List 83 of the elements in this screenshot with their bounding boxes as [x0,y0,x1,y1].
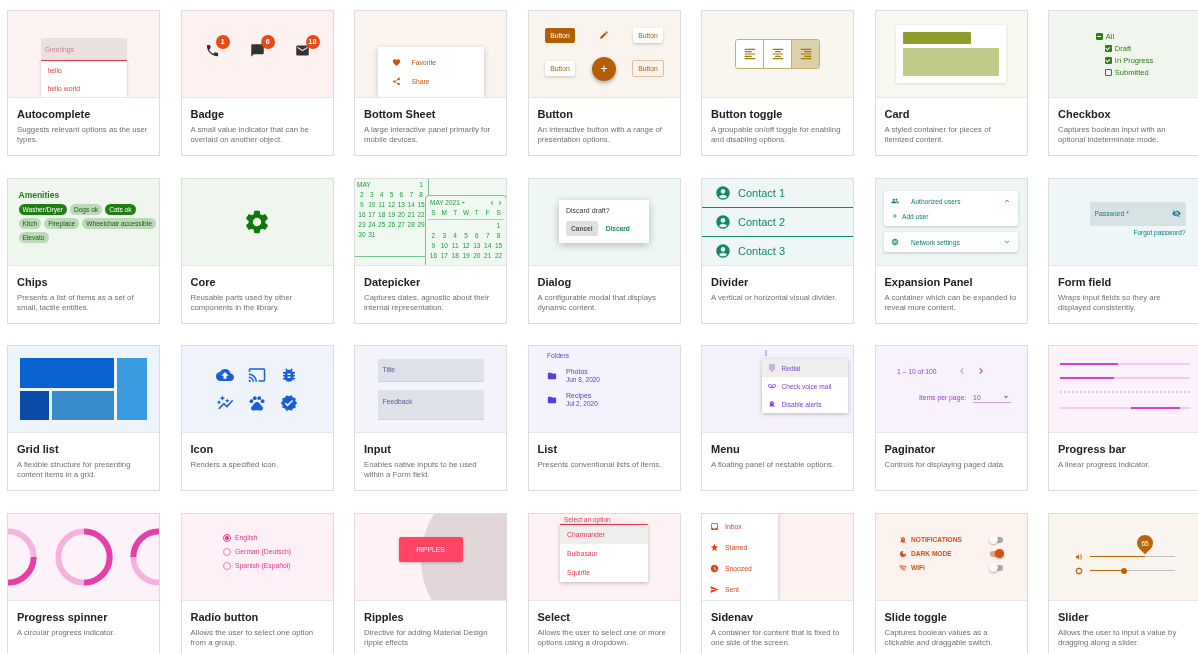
card-title: Slider [1058,610,1090,623]
clock-icon [710,563,719,573]
align-left-icon [742,47,757,61]
volume-icon [1074,552,1083,561]
checkbox[interactable] [1104,68,1112,76]
chevron-up-icon[interactable] [1003,197,1011,205]
card-title: Button toggle [711,108,784,120]
folder-icon [547,370,557,381]
toggle-button[interactable] [791,40,819,68]
component-card[interactable] [354,177,507,324]
chat-icon[interactable] [249,42,265,58]
align-right-icon [798,47,813,61]
contact-name[interactable]: Contact 1 [738,186,786,199]
people-icon [891,197,899,205]
voicemail-icon [767,382,776,390]
bell-off-icon [767,400,776,408]
card-title: Form field [1058,275,1113,288]
card-title: Button [537,108,574,120]
moon-icon [899,549,907,558]
slide-toggle[interactable] [990,550,1003,557]
card-title: Icon [190,443,215,455]
slider-thumb[interactable] [1120,567,1127,574]
share-icon [391,77,401,86]
chevron-right-icon[interactable] [496,198,504,207]
align-center-icon [770,47,785,61]
slider[interactable] [1089,566,1175,575]
card-title: Chips [17,275,49,288]
card-title: Sidenav [711,610,755,623]
card-title: Radio button [190,610,260,623]
card-title: Expansion Panel [884,275,974,288]
checkbox[interactable] [1104,56,1112,64]
card-title: Slide toggle [884,610,948,623]
card-title: Datepicker [364,275,422,288]
card-title: Autocomplete [17,108,92,120]
paw-icon [248,394,266,412]
card-title: Menu [711,443,741,455]
cloud-upload-icon [216,366,234,384]
brightness-icon [1074,566,1083,575]
person-icon [715,242,731,259]
sparkle-graph-icon [216,394,234,412]
bug-icon [280,366,298,384]
card-title: Badge [190,108,226,120]
card-title: Bottom Sheet [364,108,437,120]
card-title: Select [537,610,571,623]
card-title: Dialog [537,275,573,288]
toggle-button[interactable] [736,40,763,68]
toggle-button[interactable] [763,40,791,68]
chips-title: Amenities [18,189,61,200]
card-title: Progress spinner [17,610,109,623]
fab-button[interactable]: + [592,56,616,81]
person-icon [715,213,731,230]
heart-icon [391,58,401,67]
cast-icon [248,366,266,384]
checkbox[interactable] [1104,44,1112,52]
verified-badge-icon [280,394,298,412]
pencil-icon[interactable] [599,30,609,40]
chevron-down-icon[interactable] [1003,238,1011,246]
card-title: Divider [711,275,750,288]
card-title: List [537,443,559,455]
slide-toggle[interactable] [990,536,1003,543]
send-icon [710,584,719,594]
checkbox[interactable] [1095,32,1103,40]
inbox-icon [710,521,719,531]
card-title: Core [190,275,217,288]
card-title: Grid list [17,443,60,455]
contact-name[interactable]: Contact 3 [738,244,786,257]
globe-icon [891,238,899,246]
card-title: Checkbox [1058,108,1112,120]
wifi-off-icon [899,563,907,572]
phone-icon[interactable] [204,42,220,58]
star-icon [710,542,719,552]
person-icon [715,184,731,201]
folder-icon [547,394,557,405]
card-title: Input [364,443,392,455]
card-title: Card [884,108,911,120]
card-title: Ripples [364,610,405,623]
slide-toggle[interactable] [990,564,1003,571]
bell-off-icon [899,535,907,544]
card-title: Progress bar [1058,443,1127,455]
contact-name[interactable]: Contact 2 [738,215,786,228]
eye-off-icon[interactable] [1171,209,1181,218]
card-title: Paginator [884,443,937,455]
chevron-left-icon[interactable] [488,198,496,207]
